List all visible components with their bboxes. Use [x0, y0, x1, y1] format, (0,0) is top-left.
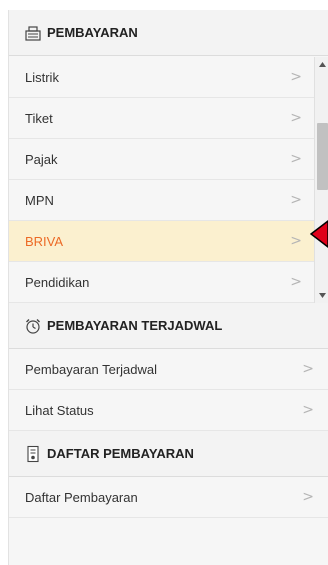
- menu-item-label: Daftar Pembayaran: [25, 489, 138, 505]
- menu-item-lihat-status[interactable]: Lihat Status >: [9, 390, 328, 431]
- document-list-icon: [24, 445, 42, 463]
- chevron-right-icon: >: [302, 402, 314, 418]
- menu-item-listrik[interactable]: Listrik >: [9, 57, 314, 98]
- menu-item-pendidikan[interactable]: Pendidikan >: [9, 262, 314, 303]
- chevron-right-icon: >: [290, 69, 302, 85]
- chevron-right-icon: >: [290, 192, 302, 208]
- menu-item-daftar-pembayaran[interactable]: Daftar Pembayaran >: [9, 477, 328, 518]
- payment-register-icon: [24, 24, 42, 42]
- chevron-right-icon: >: [290, 274, 302, 290]
- menu-item-label: Pembayaran Terjadwal: [25, 361, 157, 377]
- menu-item-pajak[interactable]: Pajak >: [9, 139, 314, 180]
- section-header-pembayaran: PEMBAYARAN: [9, 10, 328, 56]
- scrollbar-thumb[interactable]: [317, 123, 328, 190]
- alarm-clock-icon: [24, 317, 42, 335]
- section-header-daftar: DAFTAR PEMBAYARAN: [9, 431, 328, 477]
- menu-item-label: Pajak: [25, 151, 58, 167]
- menu-item-label: BRIVA: [25, 233, 64, 249]
- menu-item-label: Tiket: [25, 110, 53, 126]
- pembayaran-list[interactable]: Listrik > Tiket > Pajak > MPN > BRIVA > …: [9, 57, 328, 303]
- pointer-marker-icon: [309, 220, 328, 248]
- section-header-terjadwal: PEMBAYARAN TERJADWAL: [9, 303, 328, 349]
- menu-item-label: Lihat Status: [25, 402, 94, 418]
- menu-item-label: Pendidikan: [25, 274, 90, 290]
- chevron-right-icon: >: [290, 110, 302, 126]
- section-title: PEMBAYARAN: [47, 25, 138, 40]
- chevron-right-icon: >: [302, 489, 314, 505]
- menu-item-pembayaran-terjadwal[interactable]: Pembayaran Terjadwal >: [9, 349, 328, 390]
- scroll-up-arrow-icon[interactable]: [315, 57, 328, 72]
- scroll-down-arrow-icon[interactable]: [315, 288, 328, 303]
- section-title: PEMBAYARAN TERJADWAL: [47, 318, 223, 333]
- chevron-right-icon: >: [290, 233, 302, 249]
- chevron-right-icon: >: [302, 361, 314, 377]
- menu-item-label: Listrik: [25, 69, 59, 85]
- menu-item-tiket[interactable]: Tiket >: [9, 98, 314, 139]
- menu-item-briva[interactable]: BRIVA >: [9, 221, 314, 262]
- section-title: DAFTAR PEMBAYARAN: [47, 446, 194, 461]
- chevron-right-icon: >: [290, 151, 302, 167]
- vertical-scrollbar[interactable]: [314, 57, 328, 303]
- payment-menu-panel: PEMBAYARAN Listrik > Tiket > Pajak > MPN…: [8, 10, 328, 565]
- menu-item-label: MPN: [25, 192, 54, 208]
- menu-item-mpn[interactable]: MPN >: [9, 180, 314, 221]
